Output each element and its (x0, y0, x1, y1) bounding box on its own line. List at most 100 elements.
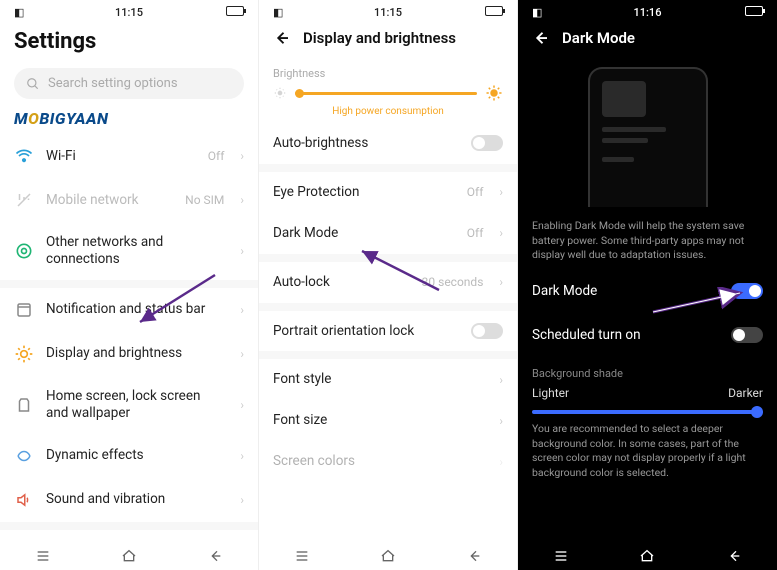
shade-darker: Darker (728, 386, 763, 400)
auto-brightness-toggle[interactable] (471, 135, 503, 151)
battery-icon (463, 6, 503, 19)
notification-icon (14, 300, 34, 320)
chevron-right-icon: › (499, 226, 503, 240)
divider (0, 522, 258, 530)
title-row: Display and brightness (259, 21, 517, 57)
status-time: 11:15 (115, 6, 143, 19)
status-left-icon: ◧ (14, 6, 54, 19)
scheduled-toggle-row[interactable]: Scheduled turn on (518, 313, 777, 357)
divider (259, 303, 517, 311)
auto-brightness-item[interactable]: Auto-brightness (259, 123, 517, 164)
display-brightness-item[interactable]: Display and brightness › (0, 332, 258, 376)
nav-recents-icon[interactable] (551, 548, 571, 564)
dark-mode-toggle[interactable] (731, 283, 763, 299)
brightness-slider[interactable] (259, 82, 517, 104)
dark-mode-item[interactable]: Dark Mode Off › (259, 213, 517, 254)
display-panel: ◧ 11:15 Display and brightness Brightnes… (259, 0, 518, 570)
notification-item[interactable]: Notification and status bar › (0, 288, 258, 332)
home-screen-item[interactable]: Home screen, lock screen and wallpaper › (0, 376, 258, 434)
section-brightness: Brightness (259, 57, 517, 82)
chevron-right-icon: › (240, 398, 244, 412)
other-networks-item[interactable]: Other networks and connections › (0, 222, 258, 280)
display-list: Auto-brightness Eye Protection Off › Dar… (259, 123, 517, 538)
slider-caption: High power consumption (259, 104, 517, 123)
portrait-lock-item[interactable]: Portrait orientation lock (259, 311, 517, 352)
search-input[interactable]: Search setting options (14, 68, 244, 99)
chevron-right-icon: › (240, 193, 244, 207)
nav-back-icon[interactable] (724, 548, 744, 564)
nav-home-icon[interactable] (636, 548, 658, 564)
wallpaper-icon (14, 395, 34, 415)
title-row: Dark Mode (518, 21, 777, 57)
watermark-logo: MOBIGYAAN (14, 109, 244, 128)
nav-recents-icon[interactable] (292, 548, 312, 564)
sun-small-icon (273, 86, 287, 100)
battery-icon (204, 6, 244, 19)
status-left-icon: ◧ (273, 6, 313, 19)
search-placeholder: Search setting options (48, 76, 178, 91)
system-update-item[interactable]: System update › (0, 530, 258, 539)
shade-lighter: Lighter (532, 386, 569, 400)
font-size-item[interactable]: Font size › (259, 400, 517, 441)
chevron-right-icon: › (240, 449, 244, 463)
divider (0, 280, 258, 288)
settings-list: Wi-Fi Off › Mobile network No SIM › Othe… (0, 134, 258, 538)
effects-icon (14, 446, 34, 466)
status-left-icon: ◧ (532, 6, 572, 19)
dark-mode-preview (588, 67, 708, 207)
chevron-right-icon: › (499, 373, 503, 387)
title-row: Settings (0, 21, 258, 64)
page-title: Settings (14, 29, 96, 54)
chevron-right-icon: › (240, 347, 244, 361)
nav-home-icon[interactable] (118, 548, 140, 564)
section-shade: Background shade (518, 357, 777, 382)
battery-icon (723, 6, 763, 19)
status-bar: ◧ 11:15 (0, 0, 258, 21)
eye-protection-item[interactable]: Eye Protection Off › (259, 172, 517, 213)
page-title: Dark Mode (562, 29, 635, 47)
wifi-icon (14, 146, 34, 166)
brightness-icon (14, 344, 34, 364)
nav-recents-icon[interactable] (33, 548, 53, 564)
settings-panel: ◧ 11:15 Settings Search setting options … (0, 0, 259, 570)
back-icon[interactable] (532, 29, 550, 47)
shade-labels: Lighter Darker (518, 382, 777, 404)
shade-note: You are recommended to select a deeper b… (518, 416, 777, 487)
dynamic-effects-item[interactable]: Dynamic effects › (0, 434, 258, 478)
nav-bar (0, 538, 258, 570)
dark-mode-description: Enabling Dark Mode will help the system … (518, 213, 777, 269)
status-time: 11:16 (634, 6, 662, 19)
dark-mode-panel: ◧ 11:16 Dark Mode Enabling Dark Mode wil… (518, 0, 777, 570)
status-time: 11:15 (374, 6, 402, 19)
page-title: Display and brightness (303, 29, 456, 47)
chevron-right-icon: › (499, 275, 503, 289)
wifi-item[interactable]: Wi-Fi Off › (0, 134, 258, 178)
nav-back-icon[interactable] (205, 548, 225, 564)
sim-icon (14, 190, 34, 210)
chevron-right-icon: › (240, 493, 244, 507)
divider (259, 164, 517, 172)
back-icon[interactable] (273, 29, 291, 47)
dark-mode-label: Dark Mode (532, 283, 597, 299)
screen-colors-item[interactable]: Screen colors › (259, 441, 517, 482)
font-style-item[interactable]: Font style › (259, 359, 517, 400)
chevron-right-icon: › (499, 414, 503, 428)
slider-track[interactable] (295, 92, 477, 95)
nav-back-icon[interactable] (464, 548, 484, 564)
nav-home-icon[interactable] (377, 548, 399, 564)
scheduled-toggle[interactable] (731, 327, 763, 343)
sun-large-icon (485, 84, 503, 102)
portrait-lock-toggle[interactable] (471, 323, 503, 339)
shade-slider[interactable] (532, 410, 763, 414)
chevron-right-icon: › (240, 244, 244, 258)
divider (259, 351, 517, 359)
sound-icon (14, 490, 34, 510)
sound-item[interactable]: Sound and vibration › (0, 478, 258, 522)
scheduled-label: Scheduled turn on (532, 327, 641, 343)
search-icon (26, 77, 40, 91)
mobile-network-item[interactable]: Mobile network No SIM › (0, 178, 258, 222)
auto-lock-item[interactable]: Auto-lock 30 seconds › (259, 262, 517, 303)
dark-mode-toggle-row[interactable]: Dark Mode (518, 269, 777, 313)
status-bar: ◧ 11:15 (259, 0, 517, 21)
chevron-right-icon: › (240, 149, 244, 163)
